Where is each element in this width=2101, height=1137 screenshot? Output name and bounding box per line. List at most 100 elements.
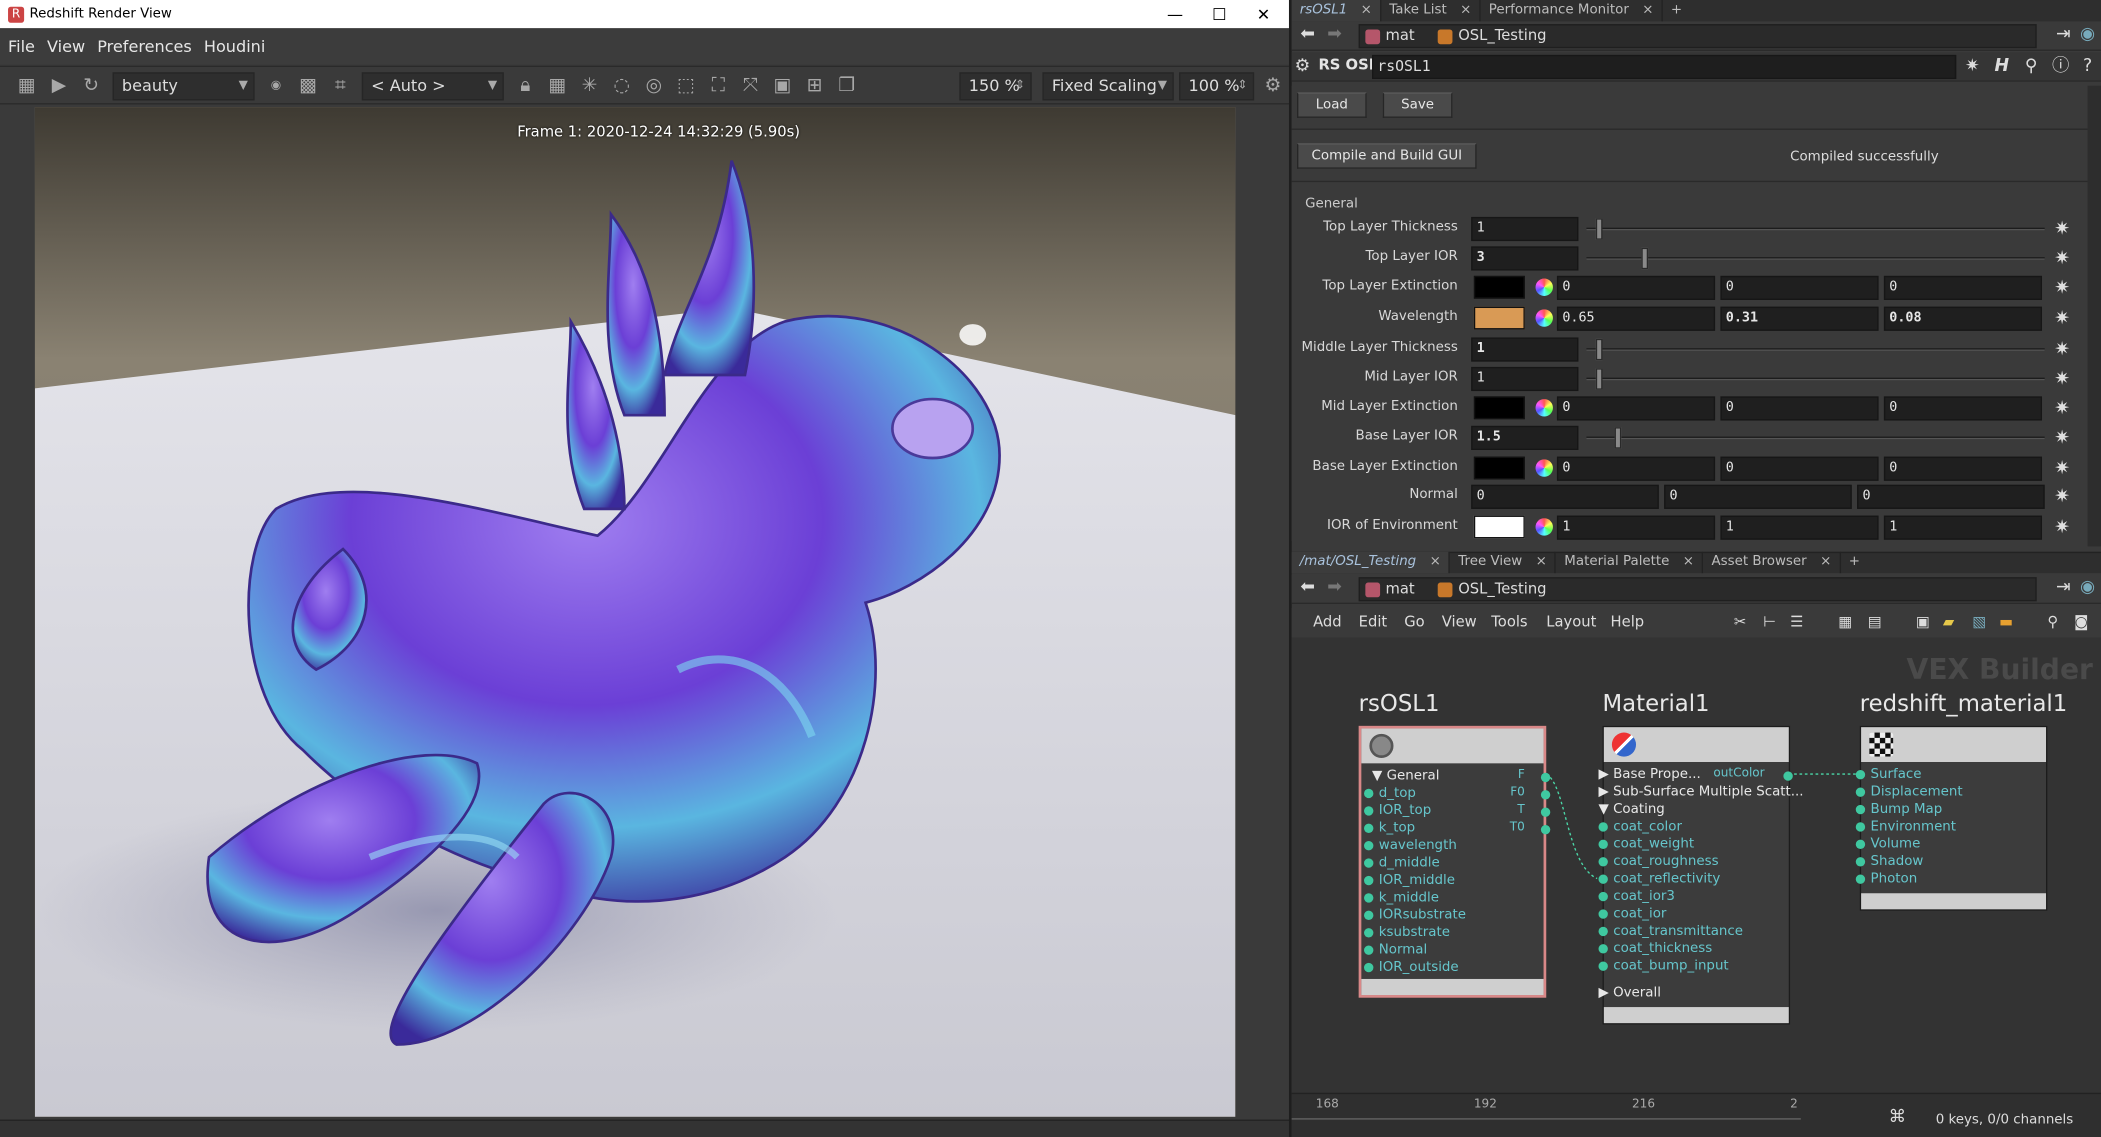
color-swatch[interactable] <box>1473 396 1525 420</box>
crop-icon[interactable]: ⌗ <box>330 75 351 96</box>
input-port[interactable] <box>1598 891 1608 901</box>
input-port[interactable] <box>1598 926 1608 936</box>
gear-icon[interactable]: ✷ <box>2053 487 2072 506</box>
parameter-slider[interactable] <box>1586 338 2045 361</box>
parameter-value-field[interactable]: 3 <box>1471 246 1579 271</box>
maximize-button[interactable]: ☐ <box>1197 1 1243 26</box>
search-icon[interactable]: ⚲ <box>2021 56 2042 77</box>
node-input-row[interactable]: IOR_top <box>1364 804 1431 818</box>
input-port[interactable] <box>1855 839 1866 849</box>
menu-preferences[interactable]: Preferences <box>97 37 192 56</box>
lock-icon[interactable]: 🔒︎ <box>515 75 536 96</box>
parameter-component-field[interactable]: 0 <box>1883 275 2043 300</box>
clapper-icon[interactable]: ▦ <box>16 75 37 96</box>
keys-icon[interactable]: ⌘ <box>1887 1108 1908 1129</box>
node-row[interactable]: coat_ior <box>1598 907 1666 921</box>
parameter-component-field[interactable]: 0 <box>1720 396 1879 421</box>
slider-handle[interactable] <box>1641 247 1649 270</box>
node-input-row[interactable]: Photon <box>1855 872 1917 887</box>
tab-material-palette[interactable]: Material Palette × <box>1556 551 1704 574</box>
display-icon[interactable]: ▣ <box>1916 613 1930 630</box>
gear-icon[interactable]: ⚙ <box>1294 56 1311 77</box>
slider-handle[interactable] <box>1613 427 1621 449</box>
gear-icon[interactable]: ✷ <box>2053 429 2072 448</box>
menu-houdini[interactable]: Houdini <box>204 37 265 56</box>
scaling-select[interactable]: Fixed Scaling ▼ <box>1042 72 1174 101</box>
collapse-icon[interactable]: ▶ <box>1599 785 1614 800</box>
parameter-component-field[interactable]: 0 <box>1720 275 1879 300</box>
collapse-icon[interactable]: ▶ <box>1599 767 1614 782</box>
parameter-slider[interactable] <box>1586 368 2045 390</box>
pin-icon[interactable]: ⇥ <box>2053 577 2074 598</box>
node-input-row[interactable]: IOR_middle <box>1364 873 1455 888</box>
input-port[interactable] <box>1364 909 1374 920</box>
output-port[interactable] <box>1783 771 1793 781</box>
forward-arrow-icon[interactable]: ➡ <box>1324 24 1345 45</box>
node-row[interactable]: ▼ Coating <box>1599 802 1665 817</box>
input-port[interactable] <box>1598 873 1608 884</box>
snowflake-icon[interactable]: ✳ <box>579 75 600 96</box>
exposure-field[interactable]: 100 % ⇕ <box>1179 72 1255 101</box>
menu-layout[interactable]: Layout <box>1546 613 1596 630</box>
gear-icon[interactable]: ✷ <box>1962 56 1983 77</box>
menu-tools[interactable]: Tools <box>1491 613 1527 630</box>
slider-handle[interactable] <box>1595 338 1603 361</box>
sticky-note-icon[interactable]: ▰ <box>1943 613 1954 630</box>
add-tab-icon[interactable]: + <box>1663 0 1690 21</box>
layout-icon[interactable]: ▤ <box>1868 613 1882 630</box>
input-port[interactable] <box>1364 944 1374 955</box>
menu-file[interactable]: File <box>8 37 35 56</box>
tab-rsosl1[interactable]: rsOSL1 × <box>1291 0 1382 22</box>
close-tab-icon[interactable]: × <box>1460 3 1471 18</box>
node-material1[interactable]: ▶ Base Prope... ▶ Sub-Surface Multiple Sc… <box>1598 725 1804 1025</box>
menu-edit[interactable]: Edit <box>1359 613 1388 630</box>
path-chip-node[interactable]: OSL_Testing <box>1438 25 1547 46</box>
menu-help[interactable]: Help <box>1611 613 1645 630</box>
parameter-component-field[interactable]: 0 <box>1556 456 1716 481</box>
output-port[interactable] <box>1540 790 1551 800</box>
input-port[interactable] <box>1855 804 1866 814</box>
parameter-component-field[interactable]: 0 <box>1664 484 1852 509</box>
input-port[interactable] <box>1855 821 1866 831</box>
search-icon[interactable]: ⚲ <box>2047 613 2058 630</box>
close-tab-icon[interactable]: × <box>1361 3 1372 18</box>
tab-tree-view[interactable]: Tree View × <box>1450 551 1557 574</box>
color-wheel-icon[interactable] <box>1535 459 1553 477</box>
network-editor[interactable]: VEX Builder rsOSL1 ▼ General d_top IOR_to… <box>1291 637 2101 1093</box>
node-row[interactable]: coat_transmittance <box>1598 924 1743 939</box>
fit-icon[interactable]: ⛶ <box>707 75 728 96</box>
input-port[interactable] <box>1855 786 1866 797</box>
info-icon[interactable]: ⓘ <box>2050 56 2071 77</box>
minimize-button[interactable]: — <box>1152 1 1198 26</box>
node-input-row[interactable]: Displacement <box>1855 785 1963 800</box>
back-arrow-icon[interactable]: ⬅ <box>1297 24 1318 45</box>
node-input-row[interactable]: d_middle <box>1364 856 1440 870</box>
wrench-icon[interactable]: ✂ <box>1734 613 1746 630</box>
tab-asset-browser[interactable]: Asset Browser × <box>1703 551 1841 574</box>
houdini-help-icon[interactable]: H <box>1991 56 2012 77</box>
node-row[interactable]: ▶ Sub-Surface Multiple Scatt... <box>1599 785 1804 800</box>
bucket-icon[interactable]: ◌ <box>611 75 632 96</box>
forward-arrow-icon[interactable]: ➡ <box>1324 577 1345 598</box>
parameter-value-field[interactable]: 1.5 <box>1471 425 1579 450</box>
render-viewport[interactable] <box>34 107 1236 1117</box>
camera-icon[interactable]: ◙ <box>2074 613 2088 630</box>
node-input-row[interactable]: Normal <box>1364 943 1427 958</box>
color-wheel-icon[interactable] <box>1535 399 1553 417</box>
input-port[interactable] <box>1364 805 1374 815</box>
parameter-value-field[interactable]: 1 <box>1471 337 1579 362</box>
color-swatch[interactable] <box>1473 515 1525 539</box>
input-port[interactable] <box>1364 892 1374 902</box>
save-button[interactable]: Save <box>1382 92 1453 118</box>
gear-icon[interactable]: ✷ <box>2053 518 2072 537</box>
node-redshift-material1[interactable]: Surface Displacement Bump Map Environment Vo… <box>1855 725 2048 911</box>
focus-icon[interactable]: ◎ <box>643 75 664 96</box>
input-port[interactable] <box>1598 856 1608 866</box>
color-wheel-icon[interactable] <box>1535 278 1553 296</box>
copy-icon[interactable]: ❐ <box>836 75 857 96</box>
gear-icon[interactable]: ✷ <box>2053 459 2072 478</box>
collapse-icon[interactable]: ▶ <box>1599 986 1614 1001</box>
timeline-bar[interactable]: 168 192 216 2 ⌘ 0 keys, 0/0 channels <box>1291 1092 2101 1137</box>
menu-go[interactable]: Go <box>1404 613 1424 630</box>
gear-icon[interactable]: ✷ <box>2053 370 2072 389</box>
